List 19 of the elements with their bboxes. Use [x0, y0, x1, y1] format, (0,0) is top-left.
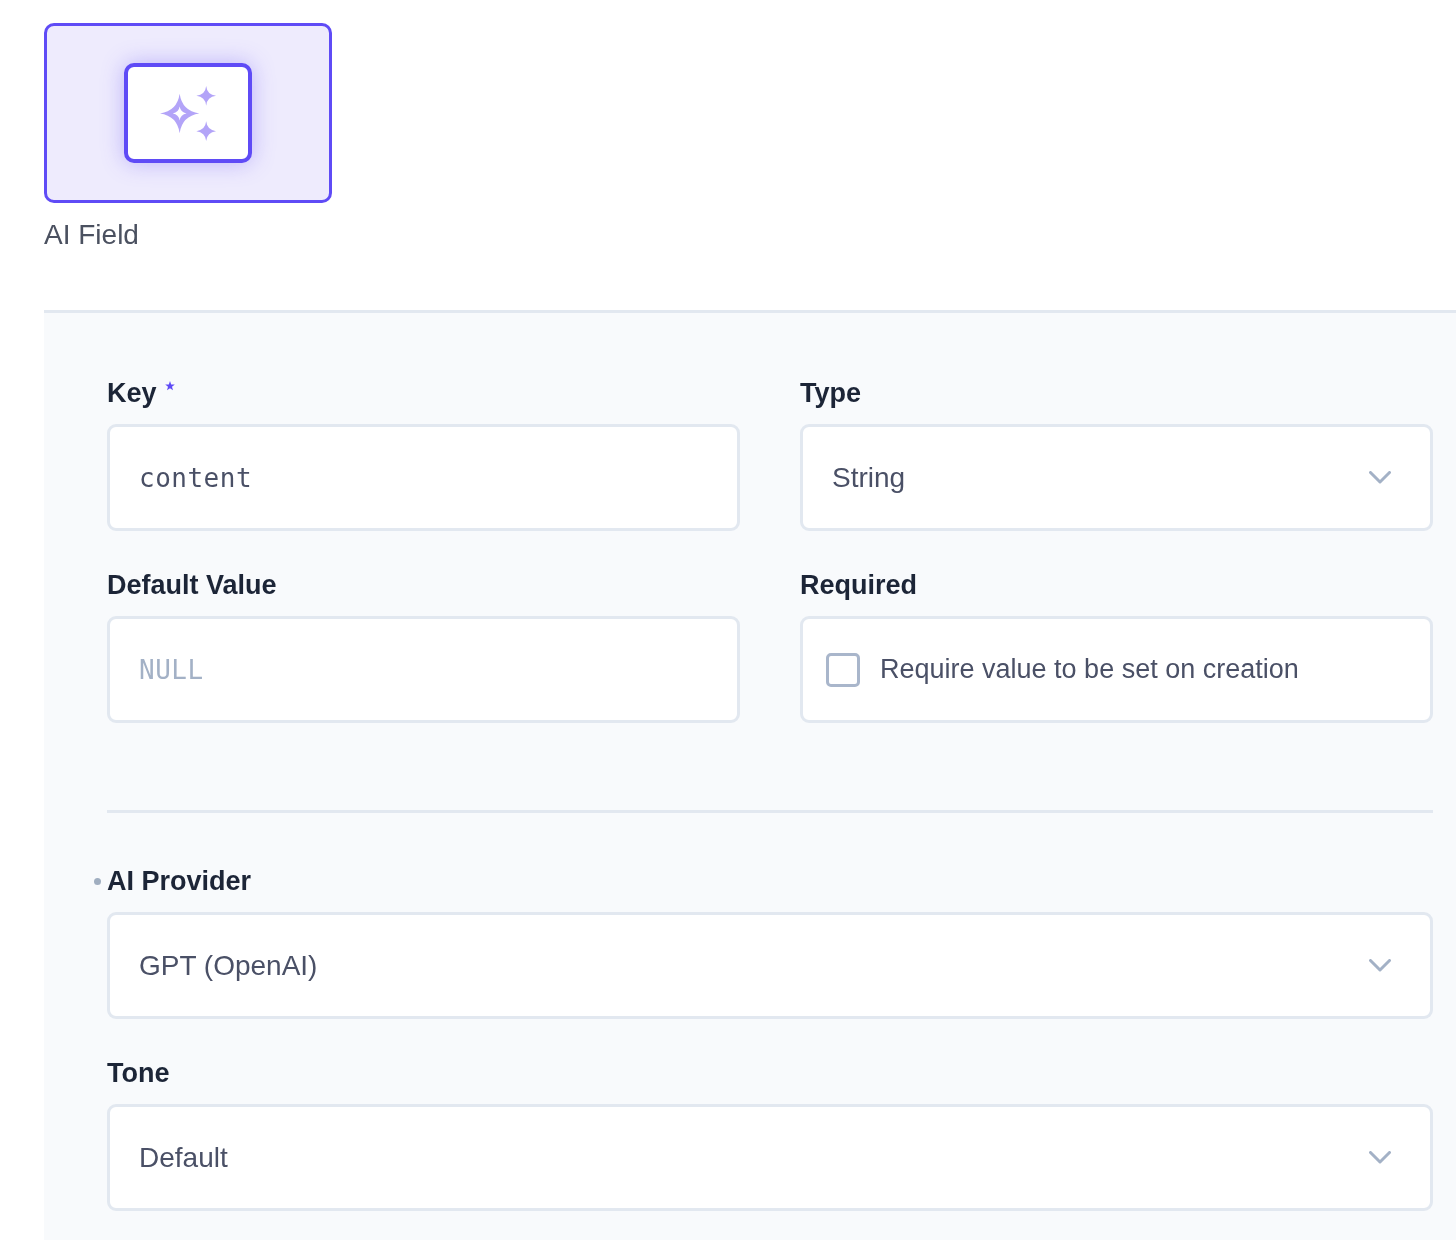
dropdown-select[interactable]: Default: [107, 1104, 1433, 1211]
field-type-label: AI Field: [44, 219, 139, 251]
checkbox-label: Require value to be set on creation: [880, 654, 1299, 685]
chevron-down-icon: [1369, 1151, 1391, 1164]
checkbox[interactable]: [826, 652, 860, 687]
sparkles-icon: [159, 84, 217, 142]
dropdown-select[interactable]: String: [800, 424, 1433, 531]
chevron-down-icon: [1369, 471, 1391, 484]
field-label: Tone: [107, 1057, 170, 1089]
checkbox-field[interactable]: Require value to be set on creation: [800, 616, 1433, 723]
field-label: AI Provider: [107, 865, 252, 897]
field-label: Default Value: [107, 569, 277, 601]
field-label: Required: [800, 569, 918, 601]
field-label: Type: [800, 377, 861, 409]
dropdown-select[interactable]: GPT (OpenAI): [107, 912, 1433, 1019]
chevron-down-icon: [1369, 959, 1391, 972]
field-type-card[interactable]: [44, 23, 332, 203]
text-input[interactable]: content: [107, 424, 740, 531]
field-label: Key: [107, 377, 157, 409]
